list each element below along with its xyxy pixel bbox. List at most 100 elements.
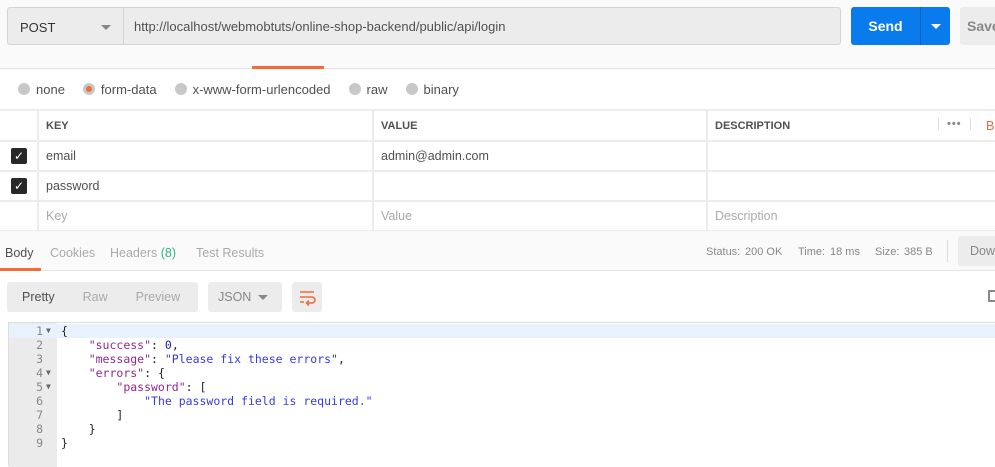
code-text: ]: [61, 408, 124, 422]
tab-body-indicator: [252, 66, 324, 69]
key-input[interactable]: Key: [37, 200, 374, 232]
row-checkbox-empty: [0, 200, 39, 232]
wrap-icon: [300, 291, 316, 307]
more-icon[interactable]: •••: [938, 118, 971, 130]
value-cell[interactable]: [372, 170, 708, 202]
size-label: Size:: [875, 246, 900, 258]
code-text: "errors": {: [88, 366, 165, 380]
line-number: 9: [36, 436, 43, 450]
code-line: 7 ]: [9, 408, 995, 422]
tab-indicator: [0, 268, 41, 271]
line-number: 8: [36, 422, 43, 436]
url-input[interactable]: http://localhost/webmobtuts/online-shop-…: [124, 7, 841, 45]
row-checkbox[interactable]: ✓: [0, 140, 39, 172]
bulk-edit-link[interactable]: Bulk Edit: [986, 119, 995, 133]
code-text: "success": 0,: [88, 338, 179, 352]
response-body-editor[interactable]: 1 ▼{2 "success": 0, 3 "message": "Please f…: [8, 322, 995, 467]
description-cell[interactable]: [706, 170, 995, 202]
code-text: }: [61, 422, 96, 436]
fold-arrow-icon[interactable]: ▼: [46, 380, 51, 394]
wrap-lines-button[interactable]: [292, 282, 322, 312]
radio-label: raw: [366, 81, 388, 97]
view-pretty[interactable]: Pretty: [7, 290, 69, 304]
code-text: {: [61, 324, 68, 338]
line-number: 7: [36, 408, 43, 422]
code-line: 2 "success": 0,: [9, 338, 995, 352]
tab-test-results[interactable]: Test Results: [196, 246, 264, 260]
table-row-new: Key Value Description: [0, 200, 995, 232]
radio-label: binary: [423, 81, 459, 97]
view-preview[interactable]: Preview: [122, 290, 194, 304]
code-text: }: [61, 436, 68, 450]
radio-none[interactable]: none: [18, 82, 65, 97]
divider: [947, 240, 948, 262]
value-cell[interactable]: admin@admin.com: [372, 140, 708, 172]
header-description-label: DESCRIPTION: [715, 119, 791, 132]
radio-raw[interactable]: raw: [348, 81, 388, 97]
radio-icon: [405, 83, 418, 95]
key-cell[interactable]: password: [37, 170, 374, 202]
tab-headers[interactable]: Headers (8): [110, 246, 176, 260]
code-text: "password": [: [116, 380, 207, 394]
code-line: 9}: [9, 436, 995, 450]
copy-icon[interactable]: [988, 290, 995, 302]
line-number: 3: [36, 352, 43, 366]
radio-form-data[interactable]: form-data: [82, 81, 157, 97]
table-header: KEY VALUE DESCRIPTION ••• Bulk Edit: [0, 109, 995, 142]
header-description: DESCRIPTION ••• Bulk Edit: [706, 109, 995, 142]
download-button[interactable]: Download: [958, 236, 995, 266]
header-value: VALUE: [372, 109, 708, 142]
checkbox-checked-icon[interactable]: ✓: [11, 148, 27, 164]
method-label: POST: [20, 20, 56, 35]
radio-icon: [348, 83, 361, 95]
table-row: ✓ password: [0, 170, 995, 202]
tab-body[interactable]: Body: [5, 246, 34, 260]
tab-headers-label: Headers: [110, 246, 158, 260]
status-value: 200 OK: [745, 246, 783, 258]
value-input[interactable]: Value: [372, 200, 708, 232]
size-value: 385 B: [904, 246, 933, 258]
params-table: KEY VALUE DESCRIPTION ••• Bulk Edit ✓ emai…: [0, 109, 995, 232]
code-line: 3 "message": "Please fix these errors",: [9, 352, 995, 366]
code-line: 6 "The password field is required.": [9, 394, 995, 408]
view-mode-group: Pretty Raw Preview: [7, 282, 198, 312]
radio-selected-icon: [82, 83, 95, 95]
radio-label: x-www-form-urlencoded: [192, 81, 331, 97]
line-number: 1: [36, 324, 43, 338]
code-text: "The password field is required.": [144, 394, 373, 408]
save-button[interactable]: Save: [960, 7, 995, 45]
radio-label: form-data: [100, 81, 157, 97]
code-line: 8 }: [9, 422, 995, 436]
fold-arrow-icon[interactable]: ▼: [46, 324, 51, 338]
checkbox-checked-icon[interactable]: ✓: [11, 178, 27, 194]
view-raw[interactable]: Raw: [69, 290, 122, 304]
radio-label: none: [36, 81, 65, 97]
radio-urlencoded[interactable]: x-www-form-urlencoded: [174, 81, 331, 97]
radio-binary[interactable]: binary: [405, 81, 459, 97]
chevron-down-icon: [101, 25, 111, 30]
chevron-down-icon: [931, 24, 941, 29]
body-type-radios: none form-data x-www-form-urlencoded raw…: [0, 78, 459, 100]
divider: [0, 68, 995, 69]
radio-icon: [174, 83, 187, 95]
format-label: JSON: [218, 290, 252, 304]
row-checkbox[interactable]: ✓: [0, 170, 39, 202]
code-line: 1 ▼ {: [9, 324, 995, 338]
fold-arrow-icon[interactable]: ▼: [46, 366, 51, 380]
code-line: 5 ▼ "password": [: [9, 380, 995, 394]
send-button[interactable]: Send: [851, 7, 920, 45]
line-number: 4: [36, 366, 43, 380]
description-cell[interactable]: [706, 140, 995, 172]
method-select[interactable]: POST: [7, 7, 124, 45]
time-label: Time:: [798, 246, 826, 258]
send-options-button[interactable]: [920, 7, 950, 45]
table-row: ✓ email admin@admin.com: [0, 140, 995, 172]
radio-icon: [18, 83, 30, 95]
description-input[interactable]: Description: [706, 200, 995, 232]
line-number: 5: [36, 380, 43, 394]
code-line: 4 ▼ "errors": {: [9, 366, 995, 380]
tab-cookies[interactable]: Cookies: [50, 246, 95, 260]
format-select[interactable]: JSON: [208, 282, 282, 312]
key-cell[interactable]: email: [37, 140, 374, 172]
header-check: [0, 109, 39, 142]
